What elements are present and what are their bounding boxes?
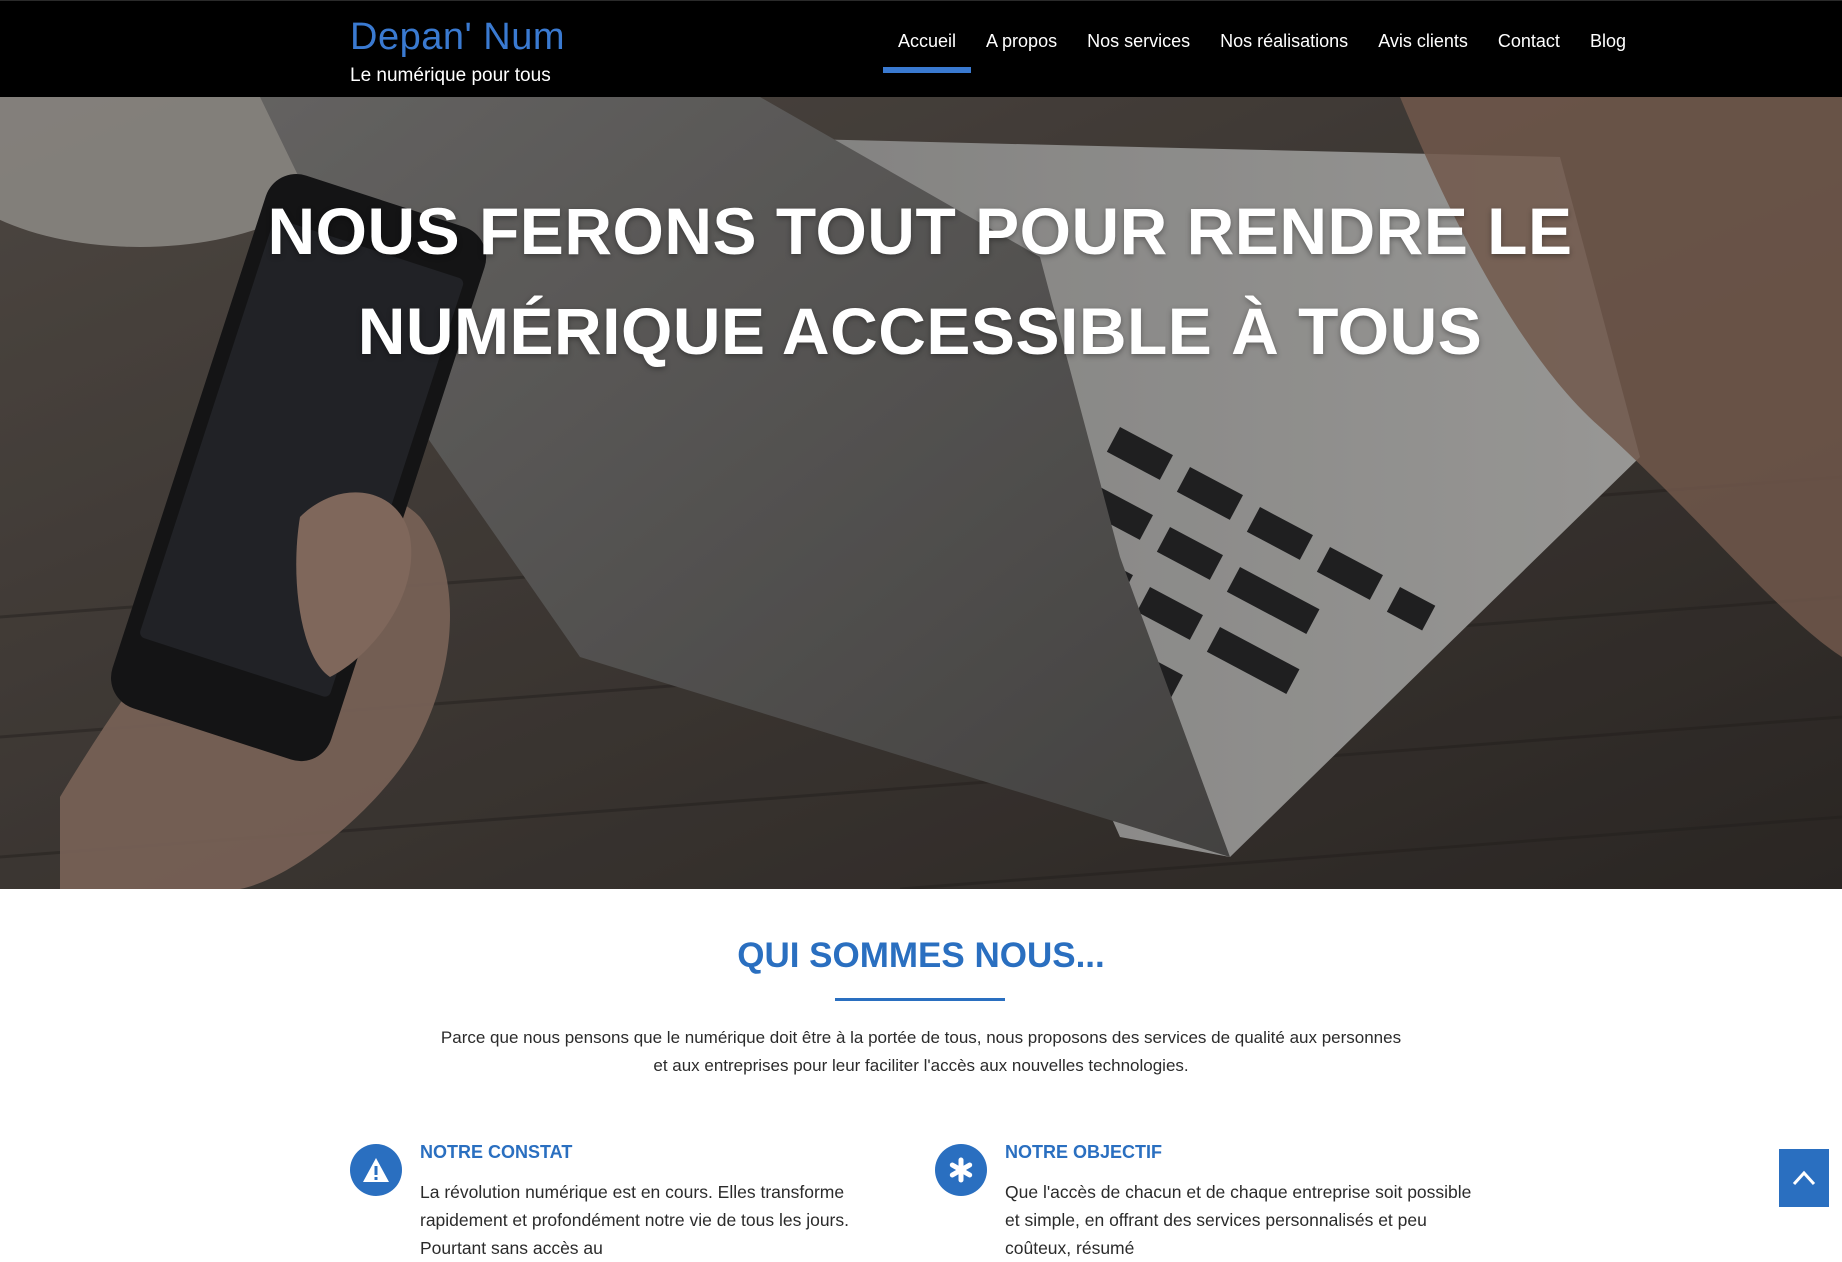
nav-item-nos-realisations[interactable]: Nos réalisations (1205, 27, 1363, 71)
feature-title: NOTRE CONSTAT (420, 1142, 573, 1162)
main-nav: Accueil A propos Nos services Nos réalis… (883, 27, 1641, 73)
nav-item-nos-services[interactable]: Nos services (1072, 27, 1205, 71)
brand[interactable]: Depan' Num Le numérique pour tous (350, 15, 565, 87)
feature-text: La révolution numérique est en cours. El… (420, 1182, 849, 1258)
brand-tagline: Le numérique pour tous (350, 65, 551, 86)
nav-item-contact[interactable]: Contact (1483, 27, 1575, 71)
feature-text: Que l'accès de chacun et de chaque entre… (1005, 1182, 1472, 1258)
brand-name[interactable]: Depan' Num (350, 15, 565, 59)
hero-title: NOUS FERONS TOUT POUR RENDRE LE NUMÉRIQU… (267, 194, 1573, 368)
nav-item-a-propos[interactable]: A propos (971, 27, 1072, 71)
warning-icon (350, 1144, 402, 1196)
nav-item-accueil[interactable]: Accueil (883, 27, 972, 73)
scroll-top-button[interactable] (1779, 1149, 1829, 1207)
feature-title: NOTRE OBJECTIF (1005, 1142, 1163, 1162)
chevron-up-icon (1792, 1170, 1816, 1186)
nav-item-blog[interactable]: Blog (1575, 27, 1641, 71)
asterisk-icon (935, 1144, 987, 1196)
site-header: Depan' Num Le numérique pour tous Accuei… (0, 0, 1842, 97)
section-intro: Parce que nous pensons que le numérique … (440, 1028, 1402, 1075)
hero-banner: NOUS FERONS TOUT POUR RENDRE LE NUMÉRIQU… (0, 97, 1842, 889)
nav-item-avis-clients[interactable]: Avis clients (1363, 27, 1483, 71)
section-title: QUI SOMMES NOUS... (737, 936, 1105, 975)
section-divider (835, 998, 1005, 1001)
